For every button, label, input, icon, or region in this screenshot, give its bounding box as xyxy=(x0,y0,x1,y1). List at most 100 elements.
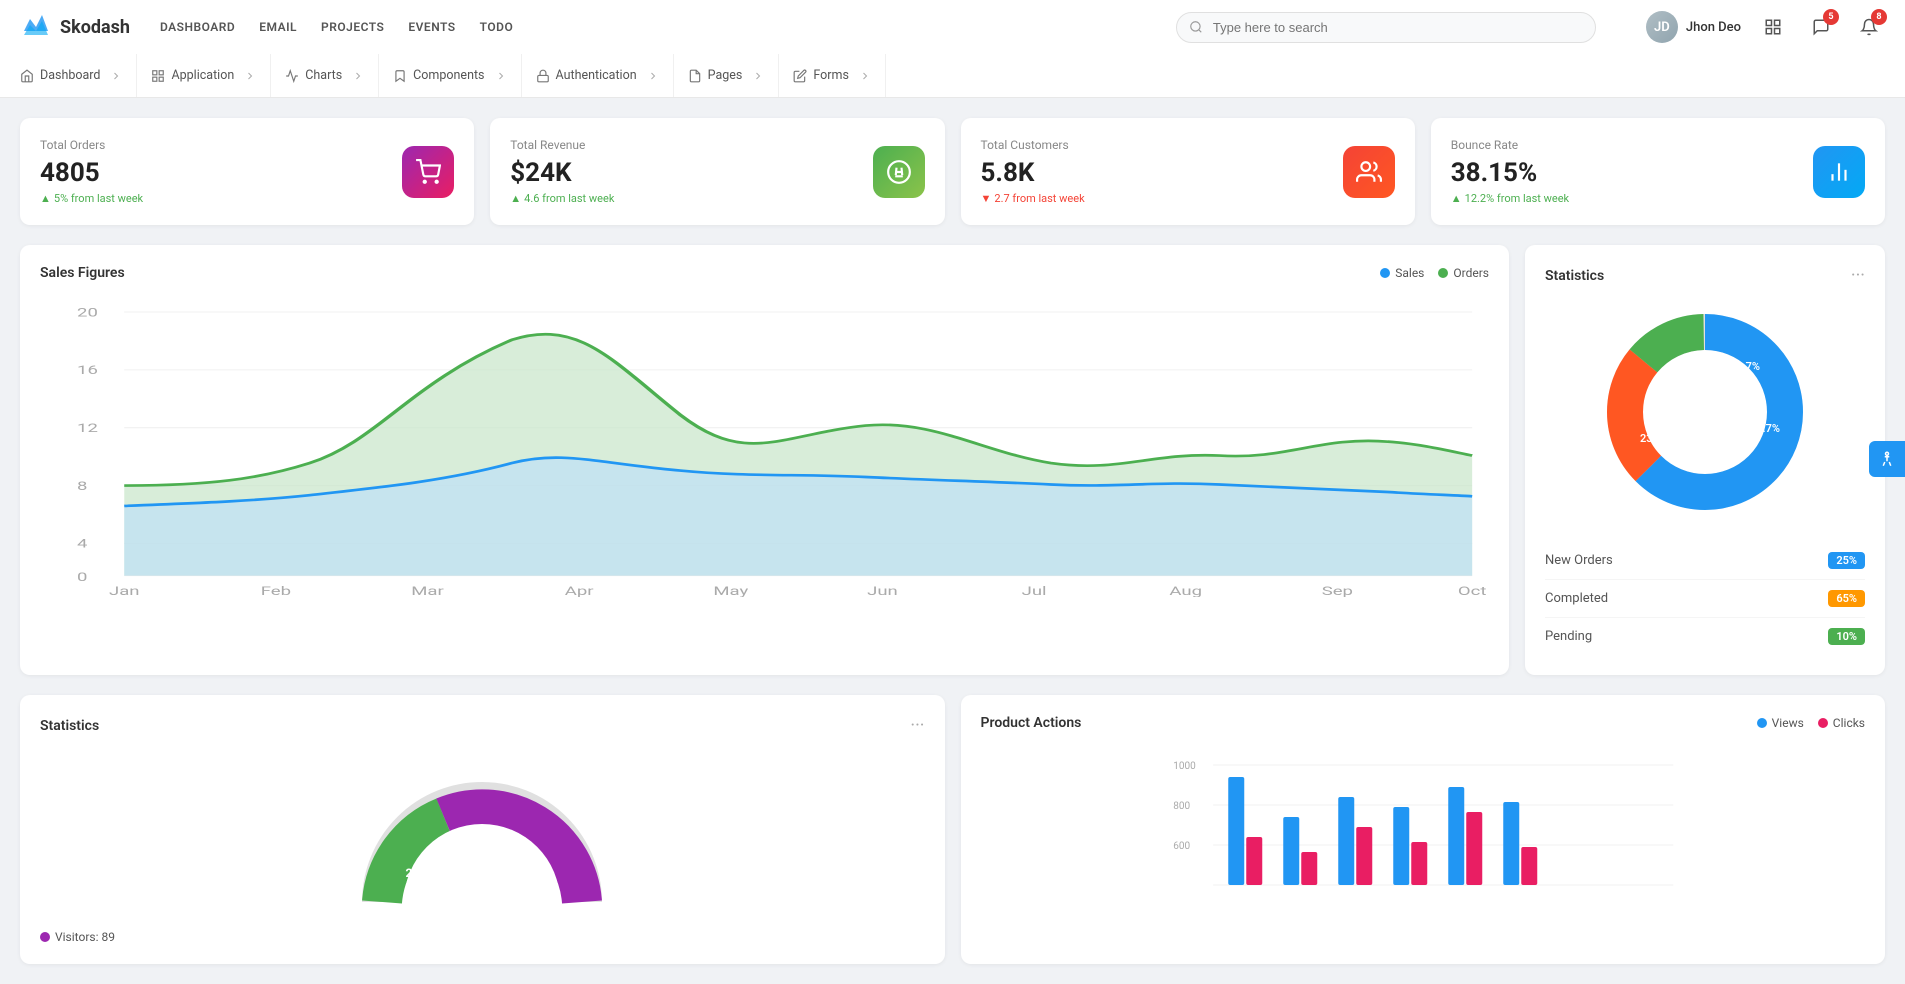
subnav-application-label: Application xyxy=(171,68,234,83)
nav-projects[interactable]: PROJECTS xyxy=(321,20,384,34)
svg-text:23.5%: 23.5% xyxy=(1640,432,1670,445)
kpi-orders-left: Total Orders 4805 ▲ 5% from last week xyxy=(40,138,143,205)
sub-navigation: Dashboard Application Charts Components … xyxy=(0,54,1905,98)
kpi-card-revenue: Total Revenue $24K ▲ 4.6 from last week xyxy=(490,118,944,225)
subnav-pages[interactable]: Pages xyxy=(674,54,780,98)
chevron-right-icon2 xyxy=(244,70,256,82)
svg-text:Aug: Aug xyxy=(1169,584,1202,597)
kpi-revenue-label: Total Revenue xyxy=(510,138,614,152)
nav-right: JD Jhon Deo 5 8 xyxy=(1646,11,1885,43)
stat-row-new-orders: New Orders 25% xyxy=(1545,542,1865,580)
bar-chart-svg: 1000 800 600 xyxy=(981,757,1866,897)
search-input[interactable] xyxy=(1176,12,1596,43)
kpi-bounce-label: Bounce Rate xyxy=(1451,138,1569,152)
subnav-application[interactable]: Application xyxy=(137,54,271,98)
logo-icon xyxy=(20,11,52,43)
svg-text:62.7%: 62.7% xyxy=(1750,422,1780,435)
kpi-bounce-value: 38.15% xyxy=(1451,158,1569,188)
subnav-dashboard[interactable]: Dashboard xyxy=(16,54,137,98)
svg-text:Jan: Jan xyxy=(109,584,140,597)
legend-clicks-label: Clicks xyxy=(1833,716,1865,730)
top-navigation: Skodash DASHBOARD EMAIL PROJECTS EVENTS … xyxy=(0,0,1905,54)
avatar: JD xyxy=(1646,11,1678,43)
kpi-revenue-value: $24K xyxy=(510,158,614,188)
legend-clicks-dot xyxy=(1818,718,1828,728)
svg-text:0: 0 xyxy=(77,570,87,584)
up-arrow2: ▲ xyxy=(510,192,521,205)
users-icon xyxy=(1356,159,1382,185)
bottom-stats-title: Statistics xyxy=(40,718,99,734)
subnav-authentication[interactable]: Authentication xyxy=(522,54,674,98)
svg-text:Sep: Sep xyxy=(1322,584,1353,597)
nav-email[interactable]: EMAIL xyxy=(259,20,297,34)
sales-chart-header: Sales Figures Sales Orders xyxy=(40,265,1489,281)
bottom-row: Statistics ··· 26.8% xyxy=(20,695,1885,964)
kpi-orders-change-text: 5% from last week xyxy=(54,192,143,205)
kpi-bounce-icon xyxy=(1813,146,1865,198)
stats-header: Statistics ··· xyxy=(1545,265,1865,286)
subnav-charts-label: Charts xyxy=(305,68,342,83)
subnav-charts[interactable]: Charts xyxy=(271,54,379,98)
svg-text:16: 16 xyxy=(77,364,98,378)
stat-pending-label: Pending xyxy=(1545,629,1592,644)
visitors-dot xyxy=(40,932,50,942)
chat-badge: 5 xyxy=(1823,9,1839,25)
kpi-revenue-left: Total Revenue $24K ▲ 4.6 from last week xyxy=(510,138,614,205)
kpi-bounce-change: ▲ 12.2% from last week xyxy=(1451,192,1569,205)
svg-text:Oct: Oct xyxy=(1458,584,1486,597)
line-chart-wrap: 20 16 12 8 4 0 xyxy=(40,297,1489,601)
bell-icon-btn[interactable]: 8 xyxy=(1853,11,1885,43)
kpi-customers-change-text: 2.7 from last week xyxy=(994,192,1084,205)
donut-chart: 13.7% 23.5% 62.7% xyxy=(1595,302,1815,522)
dollar-icon xyxy=(886,159,912,185)
chevron-right-icon6 xyxy=(752,70,764,82)
svg-text:13.7%: 13.7% xyxy=(1730,360,1760,373)
subnav-pages-label: Pages xyxy=(708,68,743,83)
down-arrow: ▼ xyxy=(981,192,992,205)
kpi-customers-change: ▼ 2.7 from last week xyxy=(981,192,1085,205)
chevron-right-icon xyxy=(110,70,122,82)
legend-sales-label: Sales xyxy=(1395,266,1424,280)
svg-text:Apr: Apr xyxy=(565,584,595,597)
kpi-customers-left: Total Customers 5.8K ▼ 2.7 from last wee… xyxy=(981,138,1085,205)
svg-text:Mar: Mar xyxy=(411,584,444,597)
kpi-revenue-change-text: 4.6 from last week xyxy=(524,192,614,205)
kpi-orders-value: 4805 xyxy=(40,158,143,188)
accessibility-button[interactable] xyxy=(1869,441,1905,477)
svg-text:800: 800 xyxy=(1173,801,1190,812)
chart-icon xyxy=(285,69,299,83)
stats-title: Statistics xyxy=(1545,268,1604,284)
home-icon xyxy=(20,69,34,83)
legend-views-dot xyxy=(1757,718,1767,728)
subnav-components[interactable]: Components xyxy=(379,54,521,98)
visitors-text: Visitors: 89 xyxy=(55,930,115,944)
product-actions-legend: Views Clicks xyxy=(1757,716,1865,730)
product-actions-card: Product Actions Views Clicks 1000 xyxy=(961,695,1886,964)
logo[interactable]: Skodash xyxy=(20,11,130,43)
nav-todo[interactable]: TODO xyxy=(480,20,514,34)
subnav-forms-label: Forms xyxy=(813,68,849,83)
more-options-btn[interactable]: ··· xyxy=(1851,265,1865,286)
legend-views: Views xyxy=(1757,716,1804,730)
up-arrow: ▲ xyxy=(40,192,51,205)
bottom-stats-more-btn[interactable]: ··· xyxy=(910,715,924,736)
edit-icon xyxy=(793,69,807,83)
subnav-auth-label: Authentication xyxy=(556,68,637,83)
bell-badge: 8 xyxy=(1871,9,1887,25)
user-info[interactable]: JD Jhon Deo xyxy=(1646,11,1741,43)
kpi-revenue-change: ▲ 4.6 from last week xyxy=(510,192,614,205)
nav-dashboard[interactable]: DASHBOARD xyxy=(160,20,235,34)
legend-views-label: Views xyxy=(1772,716,1804,730)
legend-sales: Sales xyxy=(1380,266,1424,280)
subnav-forms[interactable]: Forms xyxy=(779,54,886,98)
chat-icon-btn[interactable]: 5 xyxy=(1805,11,1837,43)
nav-events[interactable]: EVENTS xyxy=(408,20,455,34)
sales-figures-card: Sales Figures Sales Orders 20 16 xyxy=(20,245,1509,675)
user-name: Jhon Deo xyxy=(1686,20,1741,35)
svg-text:Jul: Jul xyxy=(1022,584,1047,597)
kpi-bounce-change-text: 12.2% from last week xyxy=(1465,192,1570,205)
grid-icon-btn[interactable] xyxy=(1757,11,1789,43)
chart-legend: Sales Orders xyxy=(1380,266,1489,280)
kpi-card-orders: Total Orders 4805 ▲ 5% from last week xyxy=(20,118,474,225)
bookmark-icon xyxy=(393,69,407,83)
